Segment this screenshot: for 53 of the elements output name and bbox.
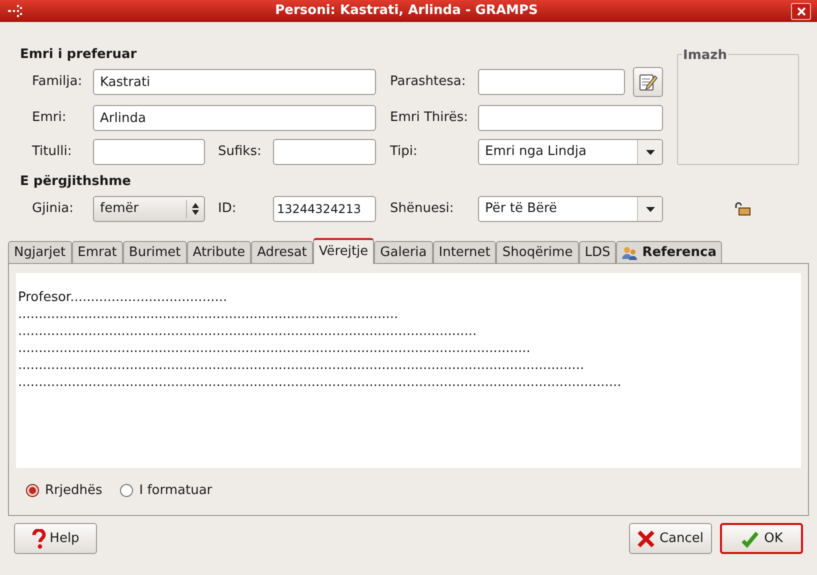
dropdown[interactable]: femër <box>93 196 205 222</box>
field-label: Titulli: <box>32 143 73 162</box>
edit-button[interactable] <box>633 67 663 97</box>
close-icon <box>796 6 806 16</box>
radio-button[interactable]: I formatuar <box>120 481 212 500</box>
ok-button[interactable]: OK <box>720 523 803 554</box>
field-label: ID: <box>218 200 238 218</box>
menu-icon[interactable] <box>8 5 22 17</box>
field-label: Shënuesi: <box>390 200 455 218</box>
input-field[interactable] <box>478 105 663 131</box>
tab[interactable]: Emrat <box>72 241 123 263</box>
input-field[interactable] <box>93 139 205 165</box>
field-label: Emri: <box>32 109 68 128</box>
tab[interactable]: Vërejtje <box>312 238 374 264</box>
tab[interactable]: Internet <box>432 241 496 263</box>
question-mark-icon <box>32 528 46 548</box>
caret-icon <box>646 206 654 212</box>
radio-button[interactable]: Rrjedhës <box>26 481 102 500</box>
people-icon <box>622 246 638 260</box>
input-field[interactable]: Kastrati <box>93 69 376 95</box>
input-field[interactable] <box>478 69 625 95</box>
caret-icon <box>646 150 654 154</box>
field-label: Sufiks: <box>218 143 262 162</box>
tab[interactable]: LDS <box>578 241 616 263</box>
field-label: Tipi: <box>390 143 418 162</box>
input-field[interactable]: 13244324213 <box>273 196 376 222</box>
close-button[interactable] <box>791 2 811 20</box>
section-heading: Emri i preferuar <box>20 46 138 63</box>
dropdown[interactable]: Emri nga Lindja <box>478 139 663 165</box>
input-field[interactable]: Arlinda <box>93 105 376 131</box>
tab[interactable]: Referenca <box>616 241 722 263</box>
notepad-pencil-icon <box>638 72 658 92</box>
field-label: Parashtesa: <box>390 73 467 92</box>
cancel-button[interactable]: Cancel <box>629 523 712 554</box>
tab[interactable]: Adresat <box>251 241 313 263</box>
input-field[interactable] <box>273 139 376 165</box>
note-text-area[interactable]: Profesor...................................... ............................................................................................ ............................................................................................................... ............................................................................................................................ ......................................................................................................................................... .................................................................................................................................................. <box>16 273 801 468</box>
field-label: Familja: <box>32 73 84 92</box>
tab[interactable]: Atribute <box>186 241 252 263</box>
updown-icon <box>192 203 199 215</box>
cross-icon <box>637 530 656 548</box>
window-title: Personi: Kastrati, Arlinda - GRAMPS <box>274 2 539 20</box>
open-padlock-icon <box>735 202 751 216</box>
tab[interactable]: Burimet <box>122 241 187 263</box>
field-label: Gjinia: <box>32 200 74 218</box>
dropdown[interactable]: Për të Bërë <box>478 196 663 222</box>
section-heading: E përgjithshme <box>20 173 132 190</box>
lock-button[interactable] <box>735 202 751 216</box>
help-button[interactable]: Help <box>14 523 97 554</box>
field-label: Emri Thirës: <box>390 109 469 128</box>
tab[interactable]: Shoqërime <box>496 241 579 263</box>
tab[interactable]: Galeria <box>374 241 433 263</box>
tab[interactable]: Ngjarjet <box>8 241 72 263</box>
